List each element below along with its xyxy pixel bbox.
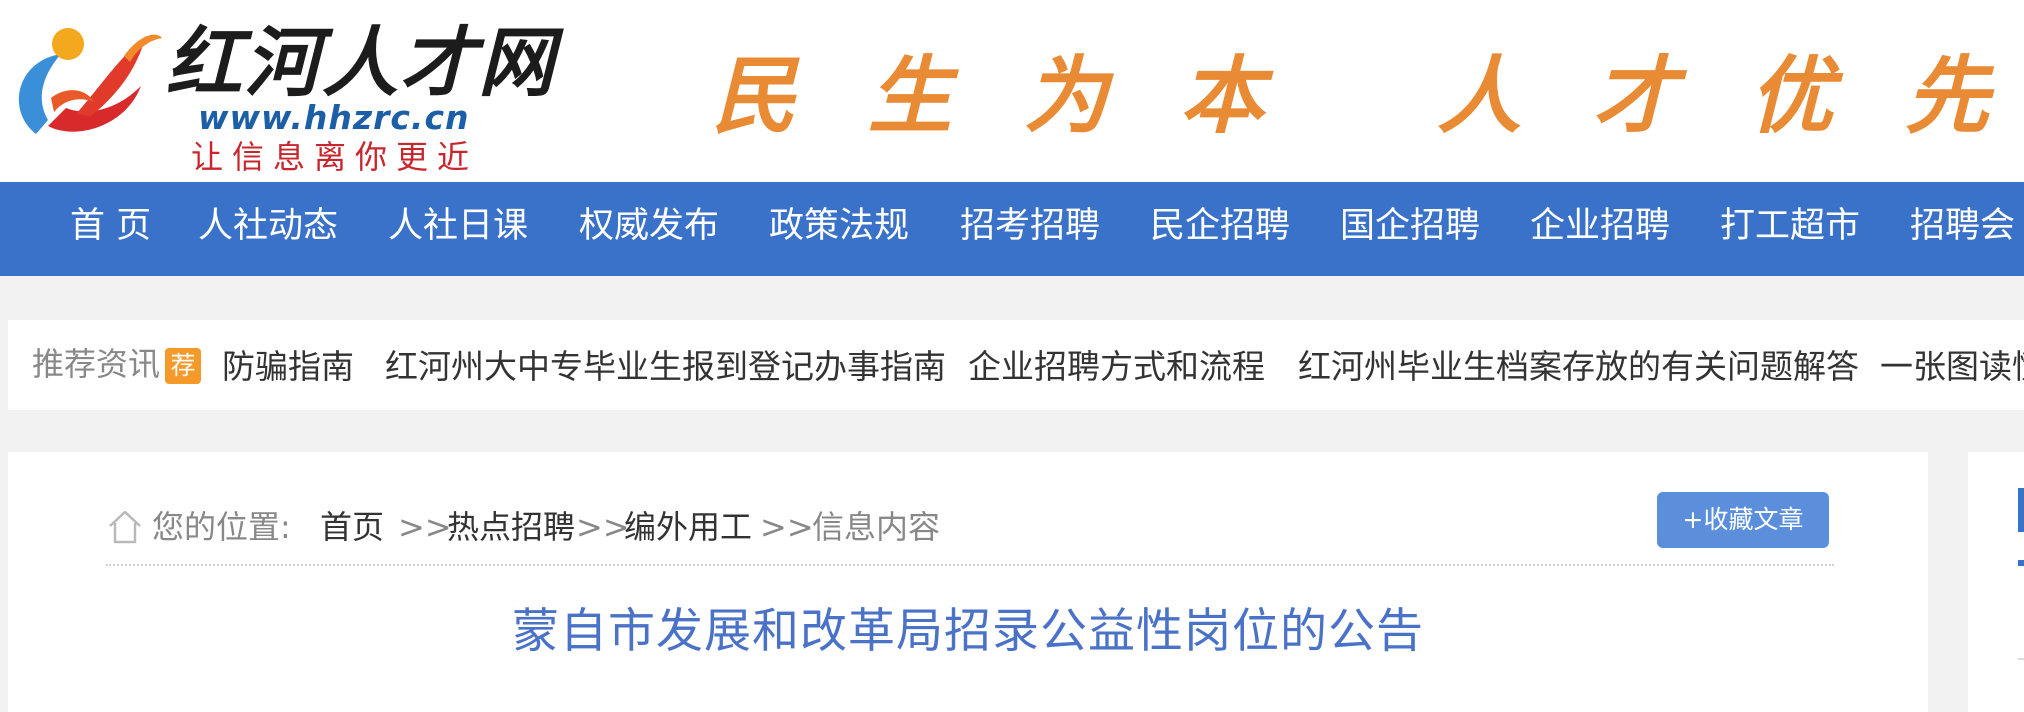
logo-swoosh-icon bbox=[18, 28, 162, 134]
site-header: 红河人才网 www.hhzrc.cn 让信息离你更近 民生为本 人才优先 bbox=[0, 0, 2024, 182]
recommended-bar: 推荐资讯 荐 防骗指南 红河州大中专毕业生报到登记办事指南 企业招聘方式和流程 … bbox=[8, 320, 2024, 410]
breadcrumb-category[interactable]: 编外用工 bbox=[624, 506, 752, 548]
nav-item-state-recruit[interactable]: 国企招聘 bbox=[1340, 182, 1480, 276]
sidebar-tab-underline bbox=[2018, 560, 2024, 566]
main-nav: 首 页 人社动态 人社日课 权威发布 政策法规 招考招聘 民企招聘 国企招聘 企… bbox=[0, 182, 2024, 276]
sidebar-divider bbox=[2018, 658, 2024, 660]
recommended-badge: 荐 bbox=[165, 348, 201, 384]
sidebar-tab-edge[interactable] bbox=[2018, 488, 2024, 532]
nav-item-releases[interactable]: 权威发布 bbox=[579, 182, 719, 276]
breadcrumb-prefix: 您的位置: bbox=[152, 508, 291, 546]
nav-item-job-fair[interactable]: 招聘会 bbox=[1910, 182, 2015, 276]
nav-item-daily-lesson[interactable]: 人社日课 bbox=[388, 182, 528, 276]
logo-url: www.hhzrc.cn bbox=[198, 98, 470, 137]
site-logo[interactable]: 红河人才网 www.hhzrc.cn 让信息离你更近 bbox=[6, 16, 554, 176]
recommended-label: 推荐资讯 bbox=[32, 345, 161, 383]
nav-item-exam-recruit[interactable]: 招考招聘 bbox=[960, 182, 1100, 276]
article-panel: 您的位置: 首页 >> 热点招聘 >> 编外用工 >> 信息内容 +收藏文章 蒙… bbox=[8, 452, 1928, 712]
breadcrumb-current: 信息内容 bbox=[812, 508, 941, 546]
recommended-link[interactable]: 防骗指南 bbox=[222, 346, 354, 388]
recommended-link[interactable]: 红河州大中专毕业生报到登记办事指南 bbox=[385, 346, 946, 388]
breadcrumb: 您的位置: 首页 >> 热点招聘 >> 编外用工 >> 信息内容 bbox=[106, 500, 1834, 566]
nav-item-private-recruit[interactable]: 民企招聘 bbox=[1150, 182, 1290, 276]
breadcrumb-hot-recruit[interactable]: 热点招聘 bbox=[447, 506, 575, 548]
breadcrumb-separator: >> bbox=[398, 508, 452, 546]
nav-item-hrss-news[interactable]: 人社动态 bbox=[198, 182, 338, 276]
breadcrumb-separator: >> bbox=[576, 508, 630, 546]
banner-motto: 民生为本 人才优先 bbox=[712, 46, 2024, 145]
breadcrumb-home[interactable]: 首页 bbox=[320, 506, 384, 548]
favorite-article-button[interactable]: +收藏文章 bbox=[1657, 492, 1829, 548]
home-icon bbox=[109, 510, 141, 544]
recommended-link[interactable]: 红河州毕业生档案存放的有关问题解答 bbox=[1298, 346, 1859, 388]
nav-item-policy[interactable]: 政策法规 bbox=[769, 182, 909, 276]
nav-item-home[interactable]: 首 页 bbox=[70, 182, 151, 276]
recommended-link[interactable]: 企业招聘方式和流程 bbox=[968, 346, 1265, 388]
nav-item-enterprise-recruit[interactable]: 企业招聘 bbox=[1530, 182, 1670, 276]
logo-title: 红河人才网 bbox=[166, 18, 556, 107]
right-sidebar bbox=[1968, 452, 2024, 712]
article-title: 蒙自市发展和改革局招录公益性岗位的公告 bbox=[512, 604, 1424, 659]
breadcrumb-separator: >> bbox=[760, 508, 814, 546]
logo-slogan: 让信息离你更近 bbox=[191, 138, 479, 176]
recommended-link[interactable]: 一张图读懂 bbox=[1880, 346, 2024, 388]
nav-item-job-market[interactable]: 打工超市 bbox=[1720, 182, 1860, 276]
